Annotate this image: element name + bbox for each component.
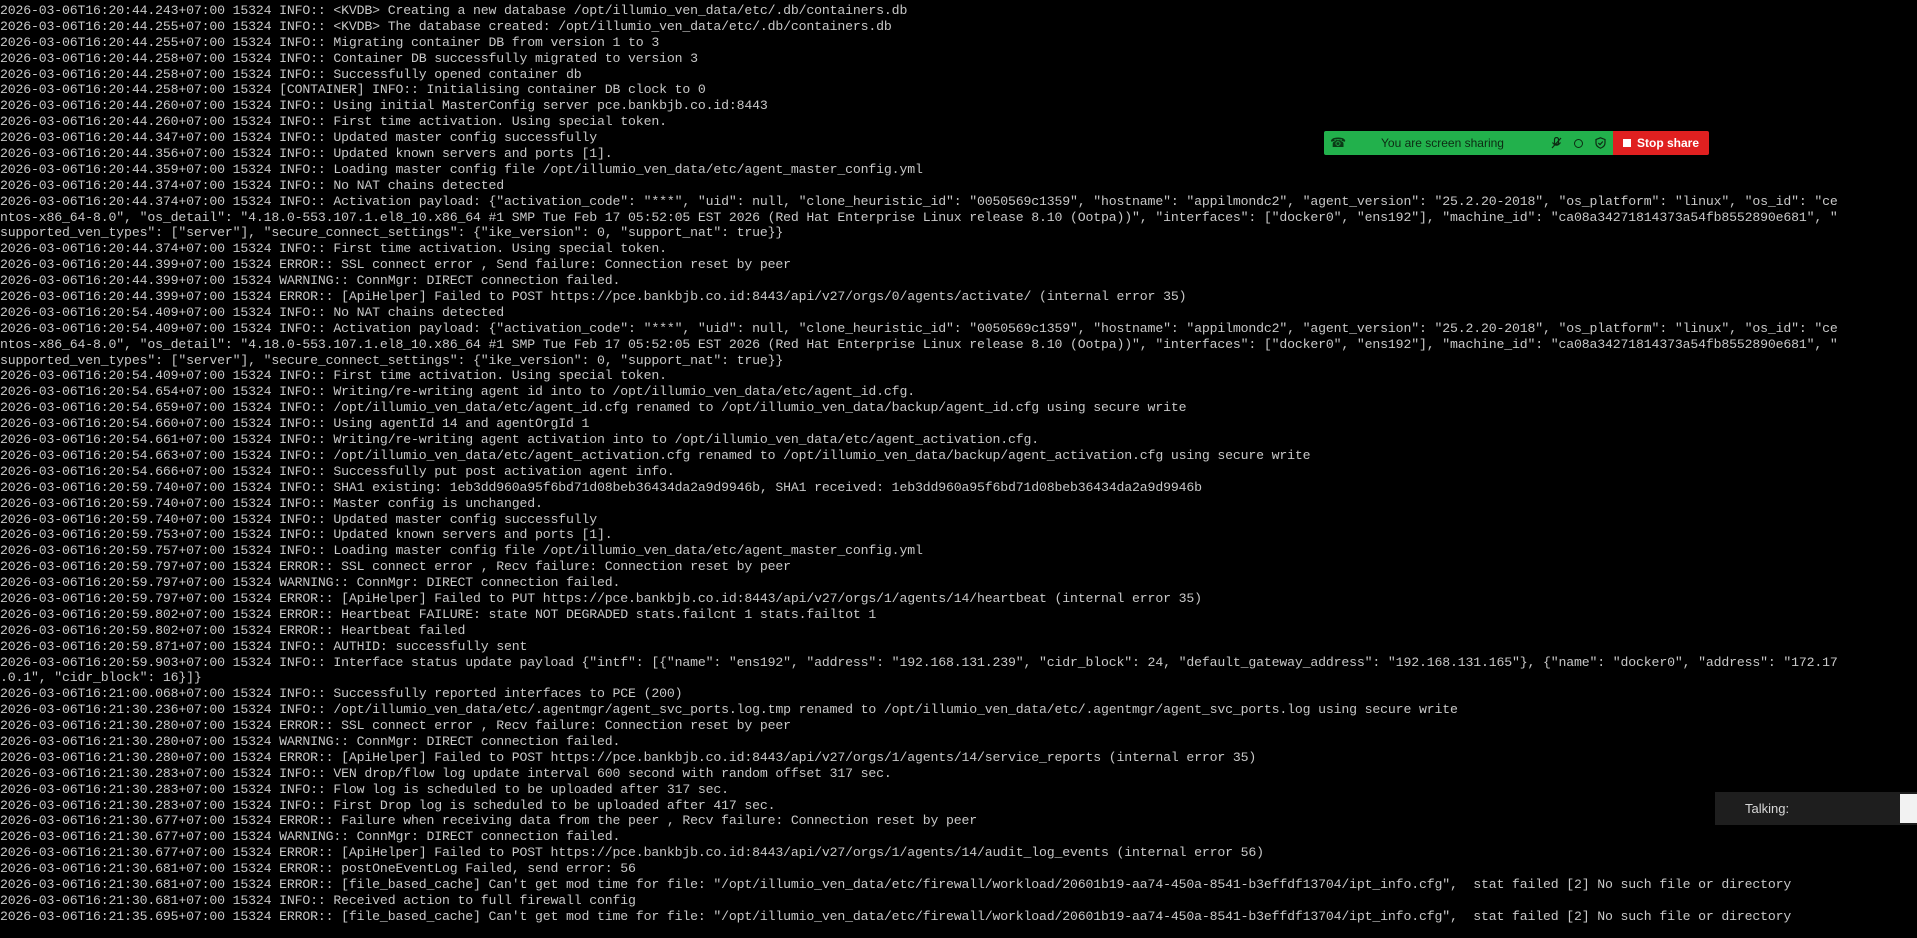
log-line: 2026-03-06T16:20:54.654+07:00 15324 INFO…	[0, 384, 915, 400]
log-line: 2026-03-06T16:20:44.374+07:00 15324 INFO…	[0, 177, 504, 193]
log-line: 2026-03-06T16:20:54.660+07:00 15324 INFO…	[0, 416, 590, 432]
log-line: 2026-03-06T16:20:54.661+07:00 15324 INFO…	[0, 432, 1040, 448]
log-line: 2026-03-06T16:21:30.677+07:00 15324 WARN…	[0, 829, 621, 845]
talking-label: Talking:	[1745, 801, 1790, 816]
log-line: supported_ven_types": ["server"], "secur…	[0, 225, 784, 241]
log-line: 2026-03-06T16:20:44.258+07:00 15324 [CON…	[0, 82, 706, 98]
log-line: 2026-03-06T16:20:44.260+07:00 15324 INFO…	[0, 98, 768, 114]
log-line: 2026-03-06T16:21:30.280+07:00 15324 WARN…	[0, 733, 621, 749]
screen-share-status[interactable]: ☎ You are screen sharing	[1324, 131, 1613, 155]
log-line: 2026-03-06T16:20:59.757+07:00 15324 INFO…	[0, 543, 923, 559]
log-line: 2026-03-06T16:20:59.740+07:00 15324 INFO…	[0, 511, 598, 527]
stop-share-button[interactable]: Stop share	[1613, 131, 1709, 155]
log-line: supported_ven_types": ["server"], "secur…	[0, 352, 784, 368]
log-line: 2026-03-06T16:20:44.255+07:00 15324 INFO…	[0, 18, 892, 34]
log-line: 2026-03-06T16:20:44.255+07:00 15324 INFO…	[0, 34, 660, 50]
log-line: 2026-03-06T16:21:30.681+07:00 15324 ERRO…	[0, 876, 1792, 892]
log-line: 2026-03-06T16:20:44.374+07:00 15324 INFO…	[0, 193, 1838, 209]
log-line: .0.1", "cidr_block": 16}]}	[0, 670, 202, 686]
talking-indicator: Talking:	[1715, 792, 1917, 825]
log-line: 2026-03-06T16:21:30.283+07:00 15324 INFO…	[0, 797, 776, 813]
screen-share-toolbar: ☎ You are screen sharing Stop share	[1324, 131, 1709, 155]
log-line: 2026-03-06T16:21:30.681+07:00 15324 ERRO…	[0, 861, 636, 877]
log-line: 2026-03-06T16:20:44.258+07:00 15324 INFO…	[0, 66, 582, 82]
drag-handle-icon[interactable]: ☎	[1330, 135, 1346, 151]
shield-icon[interactable]	[1593, 136, 1607, 150]
log-line: 2026-03-06T16:21:30.677+07:00 15324 ERRO…	[0, 845, 1264, 861]
log-line: 2026-03-06T16:20:59.871+07:00 15324 INFO…	[0, 638, 528, 654]
log-line: 2026-03-06T16:21:30.677+07:00 15324 ERRO…	[0, 813, 977, 829]
screen-share-label: You are screen sharing	[1381, 136, 1504, 150]
log-line: 2026-03-06T16:21:30.283+07:00 15324 INFO…	[0, 765, 892, 781]
log-line: 2026-03-06T16:20:59.797+07:00 15324 ERRO…	[0, 559, 791, 575]
talking-speaker-box	[1900, 794, 1917, 823]
record-icon[interactable]	[1571, 136, 1585, 150]
log-line: 2026-03-06T16:20:44.399+07:00 15324 ERRO…	[0, 289, 1187, 305]
log-line: 2026-03-06T16:20:44.399+07:00 15324 WARN…	[0, 273, 621, 289]
log-line: 2026-03-06T16:20:59.802+07:00 15324 ERRO…	[0, 622, 466, 638]
log-line: 2026-03-06T16:21:30.280+07:00 15324 ERRO…	[0, 749, 1257, 765]
log-line: 2026-03-06T16:20:59.797+07:00 15324 ERRO…	[0, 590, 1202, 606]
log-line: ntos-x86_64-8.0", "os_detail": "4.18.0-5…	[0, 209, 1838, 225]
log-line: 2026-03-06T16:20:44.258+07:00 15324 INFO…	[0, 50, 698, 66]
stop-square-icon	[1622, 139, 1631, 147]
log-line: 2026-03-06T16:20:54.409+07:00 15324 INFO…	[0, 304, 504, 320]
log-line: 2026-03-06T16:20:59.740+07:00 15324 INFO…	[0, 479, 1202, 495]
log-line: ntos-x86_64-8.0", "os_detail": "4.18.0-5…	[0, 336, 1838, 352]
log-line: 2026-03-06T16:21:30.283+07:00 15324 INFO…	[0, 781, 729, 797]
log-line: 2026-03-06T16:20:54.659+07:00 15324 INFO…	[0, 400, 1187, 416]
log-line: 2026-03-06T16:21:35.695+07:00 15324 ERRO…	[0, 908, 1792, 924]
log-line: 2026-03-06T16:20:44.243+07:00 15324 INFO…	[0, 3, 908, 18]
log-line: 2026-03-06T16:20:44.399+07:00 15324 ERRO…	[0, 257, 791, 273]
log-line: 2026-03-06T16:20:59.903+07:00 15324 INFO…	[0, 654, 1838, 670]
log-line: 2026-03-06T16:21:30.681+07:00 15324 INFO…	[0, 892, 636, 908]
log-line: 2026-03-06T16:20:59.802+07:00 15324 ERRO…	[0, 606, 877, 622]
log-line: 2026-03-06T16:20:54.409+07:00 15324 INFO…	[0, 320, 1838, 336]
log-line: 2026-03-06T16:20:59.753+07:00 15324 INFO…	[0, 527, 613, 543]
microphone-muted-icon[interactable]	[1549, 136, 1563, 150]
log-line: 2026-03-06T16:21:30.280+07:00 15324 ERRO…	[0, 718, 791, 734]
log-line: 2026-03-06T16:20:44.359+07:00 15324 INFO…	[0, 161, 923, 177]
log-line: 2026-03-06T16:20:59.797+07:00 15324 WARN…	[0, 575, 621, 591]
log-line: 2026-03-06T16:20:44.374+07:00 15324 INFO…	[0, 241, 667, 257]
log-line: 2026-03-06T16:20:44.260+07:00 15324 INFO…	[0, 114, 667, 130]
log-line: 2026-03-06T16:20:59.740+07:00 15324 INFO…	[0, 495, 543, 511]
log-line: 2026-03-06T16:20:54.409+07:00 15324 INFO…	[0, 368, 667, 384]
stop-share-label: Stop share	[1636, 136, 1699, 150]
log-line: 2026-03-06T16:21:00.068+07:00 15324 INFO…	[0, 686, 683, 702]
log-line: 2026-03-06T16:20:54.663+07:00 15324 INFO…	[0, 447, 1311, 463]
log-line: 2026-03-06T16:20:54.666+07:00 15324 INFO…	[0, 463, 675, 479]
log-line: 2026-03-06T16:21:30.236+07:00 15324 INFO…	[0, 702, 1458, 718]
